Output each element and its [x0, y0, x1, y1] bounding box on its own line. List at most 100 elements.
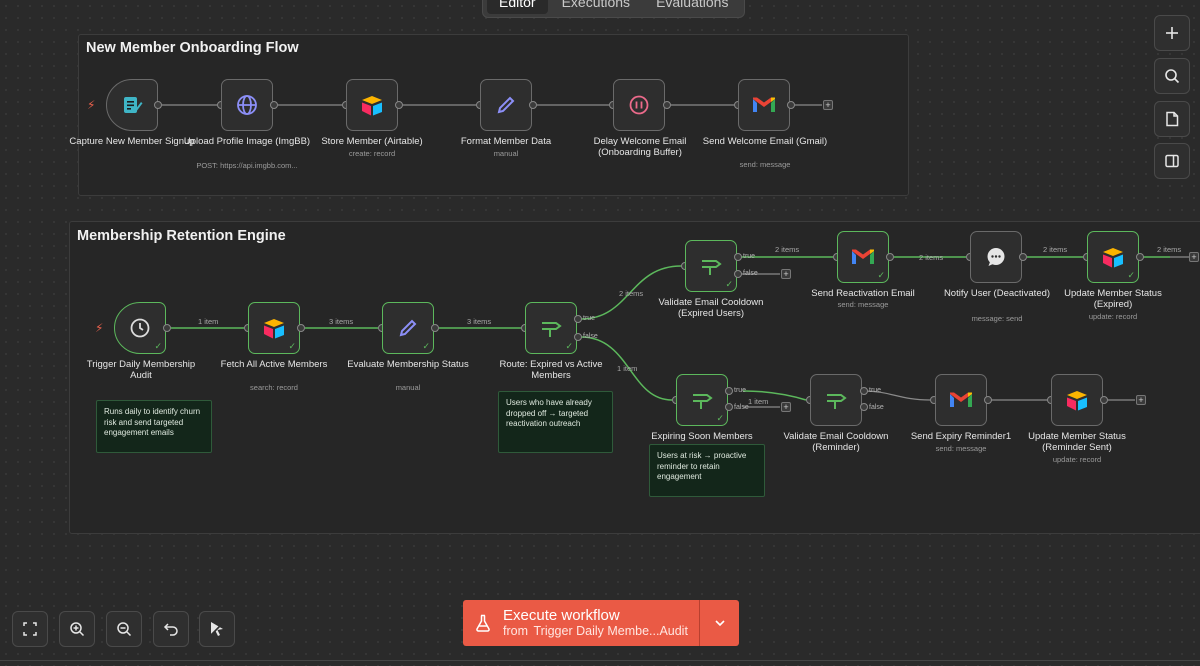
add-sticky-button[interactable]: [1154, 101, 1190, 137]
edge-label: 2 items: [919, 253, 944, 262]
node-route[interactable]: ✓: [525, 302, 577, 354]
branch-label: false: [583, 333, 598, 340]
node-send-expiry[interactable]: [935, 374, 987, 426]
globe-icon: [237, 95, 257, 115]
chevron-down-icon: [714, 620, 725, 627]
output-port-true[interactable]: [725, 387, 733, 395]
output-port-true[interactable]: [860, 387, 868, 395]
node-trigger-audit[interactable]: ✓: [114, 302, 166, 354]
output-port-false[interactable]: [860, 403, 868, 411]
output-port-false[interactable]: [574, 333, 582, 341]
execute-workflow-button[interactable]: Execute workflow from Trigger Daily Memb…: [463, 600, 699, 646]
node-subtitle: update: record: [1052, 455, 1102, 464]
success-check-icon: ✓: [422, 341, 430, 351]
branch-label: true: [869, 387, 882, 394]
add-node-icon[interactable]: +: [781, 402, 791, 412]
node-fetch-active[interactable]: ✓: [248, 302, 300, 354]
edge-label: 2 items: [1043, 245, 1068, 254]
execute-title: Execute workflow: [503, 607, 620, 624]
output-port[interactable]: [984, 396, 992, 404]
execute-options-dropdown[interactable]: [699, 600, 739, 646]
switch-icon: [702, 260, 722, 275]
output-port[interactable]: [163, 324, 171, 332]
output-port[interactable]: [270, 101, 278, 109]
output-port[interactable]: [529, 101, 537, 109]
branch-label: true: [583, 315, 596, 322]
sticky-note[interactable]: Users who have already dropped off → tar…: [498, 391, 613, 453]
toggle-panel-button[interactable]: [1154, 143, 1190, 179]
output-port-true[interactable]: [734, 253, 742, 261]
airtable-icon: [1103, 248, 1123, 268]
execute-source: from Trigger Daily Membe...Audit: [503, 624, 688, 639]
zoom-out-button[interactable]: [106, 611, 142, 647]
flask-icon: [476, 614, 490, 632]
add-node-icon[interactable]: +: [781, 269, 791, 279]
node-upload-image[interactable]: [221, 79, 273, 131]
node-delay-welcome[interactable]: [613, 79, 665, 131]
node-update-reminder[interactable]: [1051, 374, 1103, 426]
add-node-icon[interactable]: +: [1189, 252, 1199, 262]
output-port[interactable]: [1100, 396, 1108, 404]
node-capture-signup[interactable]: [106, 79, 158, 131]
search-icon: [1165, 69, 1180, 84]
node-label: Evaluate Membership Status: [347, 359, 469, 370]
node-store-member[interactable]: [346, 79, 398, 131]
undo-button[interactable]: [153, 611, 189, 647]
output-port[interactable]: [154, 101, 162, 109]
success-check-icon: ✓: [1127, 270, 1135, 280]
gmail-icon: [753, 97, 775, 112]
node-format-data[interactable]: [480, 79, 532, 131]
node-label: Update Member Status (Expired): [1064, 288, 1162, 310]
bottom-divider: [0, 660, 1200, 661]
node-send-reactivation[interactable]: ✓: [837, 231, 889, 283]
node-label: Send Welcome Email (Gmail): [702, 136, 828, 147]
output-port[interactable]: [886, 253, 894, 261]
trigger-bolt-icon: ⚡: [87, 98, 96, 112]
zoom-out-icon: [117, 622, 132, 637]
output-port[interactable]: [431, 324, 439, 332]
success-check-icon: ✓: [716, 413, 724, 423]
output-port[interactable]: [787, 101, 795, 109]
output-port-false[interactable]: [725, 403, 733, 411]
fit-view-icon: [23, 622, 37, 636]
connections: [162, 104, 1190, 408]
output-port[interactable]: [663, 101, 671, 109]
plus-icon: [1166, 27, 1178, 39]
node-label: Store Member (Airtable): [321, 136, 423, 147]
edge-label: 1 item: [198, 317, 219, 326]
fit-view-button[interactable]: [12, 611, 48, 647]
output-port-true[interactable]: [574, 315, 582, 323]
output-port[interactable]: [1136, 253, 1144, 261]
zoom-in-button[interactable]: [59, 611, 95, 647]
search-nodes-button[interactable]: [1154, 58, 1190, 94]
edge-label: 3 items: [329, 317, 354, 326]
node-expiring-soon[interactable]: ✓: [676, 374, 728, 426]
node-notify-user[interactable]: [970, 231, 1022, 283]
success-check-icon: ✓: [154, 341, 162, 351]
edge-label: 2 items: [1157, 245, 1182, 254]
node-subtitle: send: message: [935, 444, 987, 453]
gmail-icon: [852, 249, 874, 264]
output-port[interactable]: [395, 101, 403, 109]
add-node-icon[interactable]: +: [823, 100, 833, 110]
sticky-note[interactable]: Users at risk → proactive reminder to re…: [649, 444, 765, 497]
sticky-note[interactable]: Runs daily to identify churn risk and se…: [96, 400, 212, 453]
node-validate-reminder[interactable]: [810, 374, 862, 426]
gmail-icon: [950, 392, 972, 407]
output-port[interactable]: [1019, 253, 1027, 261]
node-send-welcome[interactable]: [738, 79, 790, 131]
add-node-button[interactable]: [1154, 15, 1190, 51]
output-port-false[interactable]: [734, 270, 742, 278]
add-node-icon[interactable]: +: [1136, 395, 1146, 405]
execute-from-node: Trigger Daily Membe...Audit: [533, 624, 688, 638]
node-label: Capture New Member Signup: [69, 136, 195, 147]
sidebar-panel-icon: [1165, 154, 1179, 168]
output-port[interactable]: [297, 324, 305, 332]
branch-label: true: [734, 387, 747, 394]
node-evaluate-status[interactable]: ✓: [382, 302, 434, 354]
node-update-expired[interactable]: ✓: [1087, 231, 1139, 283]
clear-execution-button[interactable]: [199, 611, 235, 647]
edge-label: 1 item: [617, 364, 638, 373]
node-subtitle: manual: [493, 149, 519, 158]
node-validate-expired[interactable]: ✓: [685, 240, 737, 292]
